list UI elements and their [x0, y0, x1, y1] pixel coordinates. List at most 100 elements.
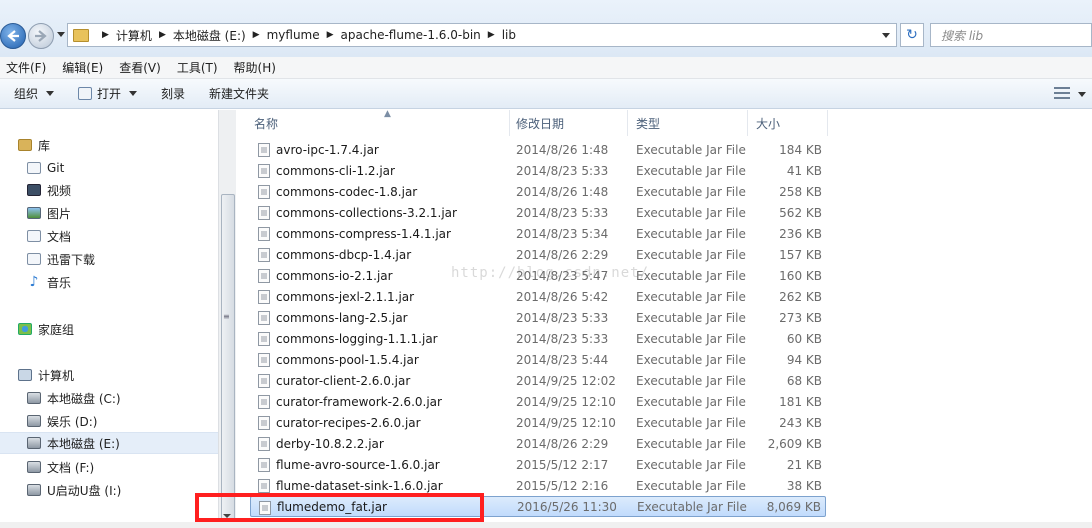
file-row[interactable]: commons-codec-1.8.jar 2014/8/26 1:48 Execu…: [250, 181, 826, 202]
file-size: 68 KB: [786, 373, 822, 388]
menu-bar: 文件(F) 编辑(E) 查看(V) 工具(T) 帮助(H): [0, 57, 1092, 79]
file-type: Executable Jar File: [636, 478, 746, 493]
view-dropdown-icon[interactable]: [1078, 92, 1086, 97]
nav-item-documents[interactable]: 文档: [27, 226, 71, 246]
nav-label: 计算机: [38, 368, 75, 383]
file-row[interactable]: avro-ipc-1.7.4.jar 2014/8/26 1:48 Executab…: [250, 139, 826, 160]
file-date: 2014/8/23 5:33: [516, 310, 609, 325]
column-name-label: 名称: [254, 116, 279, 131]
view-options-icon[interactable]: [1054, 87, 1070, 99]
chevron-right-icon[interactable]: ▶: [488, 30, 495, 40]
file-size: 181 KB: [779, 394, 822, 409]
column-header-size[interactable]: 大小: [748, 110, 828, 136]
new-folder-button[interactable]: 新建文件夹: [209, 85, 269, 102]
jar-file-icon: [258, 437, 270, 451]
burn-button[interactable]: 刻录: [161, 85, 185, 102]
file-type: Executable Jar File: [636, 415, 746, 430]
file-date: 2014/8/23 5:33: [516, 331, 609, 346]
nav-item-drive-d[interactable]: 娱乐 (D:): [27, 411, 97, 431]
file-row[interactable]: flume-avro-source-1.6.0.jar 2015/5/12 2:1…: [250, 454, 826, 475]
file-date: 2014/8/23 5:34: [516, 226, 609, 241]
column-header-name[interactable]: ▲ 名称: [246, 109, 510, 136]
nav-item-drive-i[interactable]: U启动U盘 (I:): [27, 480, 121, 500]
nav-item-libraries[interactable]: 库: [18, 135, 50, 155]
nav-label: 视频: [47, 183, 72, 198]
nav-item-music[interactable]: ♪ 音乐: [27, 272, 71, 292]
menu-tools[interactable]: 工具(T): [177, 59, 218, 76]
address-bar[interactable]: ▶ 计算机 ▶ 本地磁盘 (E:) ▶ myflume ▶ apache-flu…: [67, 23, 897, 47]
open-button[interactable]: 打开: [78, 85, 138, 102]
nav-label: 娱乐 (D:): [47, 414, 98, 429]
breadcrumb-flume-bin[interactable]: apache-flume-1.6.0-bin: [341, 28, 481, 42]
command-bar: 组织 打开 刻录 新建文件夹: [0, 79, 1092, 109]
file-date: 2014/9/25 12:10: [516, 394, 616, 409]
chevron-right-icon[interactable]: ▶: [159, 30, 166, 40]
jar-file-icon: [258, 332, 270, 346]
file-row[interactable]: commons-collections-3.2.1.jar 2014/8/23 5…: [250, 202, 826, 223]
breadcrumb-computer[interactable]: 计算机: [116, 27, 152, 44]
file-type: Executable Jar File: [636, 184, 746, 199]
file-row[interactable]: commons-pool-1.5.4.jar 2014/8/23 5:44 Exec…: [250, 349, 826, 370]
watermark: http://blog.csdn.net/: [451, 265, 650, 281]
file-date: 2014/8/26 5:42: [516, 289, 609, 304]
column-header-date[interactable]: 修改日期: [508, 110, 628, 136]
breadcrumb-drive-e[interactable]: 本地磁盘 (E:): [173, 27, 246, 44]
back-button[interactable]: [0, 23, 26, 49]
nav-item-homegroup[interactable]: 家庭组: [18, 319, 74, 339]
file-type: Executable Jar File: [636, 394, 746, 409]
recent-pages-dropdown[interactable]: [57, 32, 65, 37]
file-date: 2014/8/26 1:48: [516, 184, 609, 199]
file-row[interactable]: commons-dbcp-1.4.jar 2014/8/26 2:29 Execut…: [250, 244, 826, 265]
file-row[interactable]: commons-jexl-2.1.1.jar 2014/8/26 5:42 Exec…: [250, 286, 826, 307]
jar-file-icon: [258, 227, 270, 241]
search-input[interactable]: 搜索 lib: [930, 23, 1092, 47]
menu-file[interactable]: 文件(F): [6, 59, 46, 76]
nav-label: 本地磁盘 (C:): [47, 391, 121, 406]
address-dropdown-icon[interactable]: [882, 33, 890, 38]
computer-icon: [18, 369, 32, 381]
file-row[interactable]: curator-framework-2.6.0.jar 2014/9/25 12:…: [250, 391, 826, 412]
chevron-right-icon[interactable]: ▶: [102, 30, 109, 40]
nav-item-drive-f[interactable]: 文档 (F:): [27, 457, 94, 477]
nav-pane-scrollbar[interactable]: ≡: [218, 110, 236, 528]
nav-item-drive-e[interactable]: 本地磁盘 (E:): [0, 432, 218, 454]
nav-label: 文档: [47, 229, 72, 244]
file-row[interactable]: curator-client-2.6.0.jar 2014/9/25 12:02 E…: [250, 370, 826, 391]
forward-arrow-icon: [35, 30, 47, 42]
menu-help[interactable]: 帮助(H): [234, 59, 276, 76]
menu-edit[interactable]: 编辑(E): [62, 59, 103, 76]
file-name: commons-pool-1.5.4.jar: [276, 352, 419, 367]
nav-item-drive-c[interactable]: 本地磁盘 (C:): [27, 388, 121, 408]
file-size: 38 KB: [786, 478, 822, 493]
forward-button[interactable]: [28, 23, 54, 49]
jar-file-icon: [258, 353, 270, 367]
file-row[interactable]: curator-recipes-2.6.0.jar 2014/9/25 12:10…: [250, 412, 826, 433]
nav-item-videos[interactable]: 视频: [27, 180, 71, 200]
nav-item-pictures[interactable]: 图片: [27, 203, 71, 223]
file-row[interactable]: commons-cli-1.2.jar 2014/8/23 5:33 Executa…: [250, 160, 826, 181]
column-header-type[interactable]: 类型: [628, 110, 748, 136]
file-row[interactable]: commons-logging-1.1.1.jar 2014/8/23 5:33 E…: [250, 328, 826, 349]
menu-view[interactable]: 查看(V): [119, 59, 161, 76]
chevron-right-icon[interactable]: ▶: [253, 30, 260, 40]
jar-file-icon: [258, 416, 270, 430]
nav-label: 本地磁盘 (E:): [47, 436, 120, 451]
nav-item-git[interactable]: Git: [27, 158, 64, 178]
breadcrumb-lib[interactable]: lib: [502, 28, 516, 42]
organize-button[interactable]: 组织: [14, 85, 55, 102]
navigation-pane: 库 Git 视频 图片 文档 迅雷下载 ♪ 音乐 家庭组 计算机 本地磁盘 (C:…: [0, 110, 236, 528]
file-row[interactable]: commons-compress-1.4.1.jar 2014/8/23 5:34…: [250, 223, 826, 244]
breadcrumb-myflume[interactable]: myflume: [267, 28, 320, 42]
chevron-right-icon[interactable]: ▶: [327, 30, 334, 40]
address-toolbar: ▶ 计算机 ▶ 本地磁盘 (E:) ▶ myflume ▶ apache-flu…: [0, 0, 1092, 57]
scrollbar-thumb[interactable]: [221, 194, 235, 528]
video-icon: [27, 184, 41, 196]
file-name: commons-compress-1.4.1.jar: [276, 226, 451, 241]
file-row[interactable]: commons-lang-2.5.jar 2014/8/23 5:33 Execut…: [250, 307, 826, 328]
nav-item-thunder[interactable]: 迅雷下载: [27, 249, 95, 269]
nav-item-computer[interactable]: 计算机: [18, 365, 74, 385]
file-row[interactable]: derby-10.8.2.2.jar 2014/8/26 2:29 Executab…: [250, 433, 826, 454]
nav-label: 库: [38, 138, 51, 153]
refresh-button[interactable]: ↻: [900, 23, 924, 47]
file-type: Executable Jar File: [637, 499, 747, 514]
